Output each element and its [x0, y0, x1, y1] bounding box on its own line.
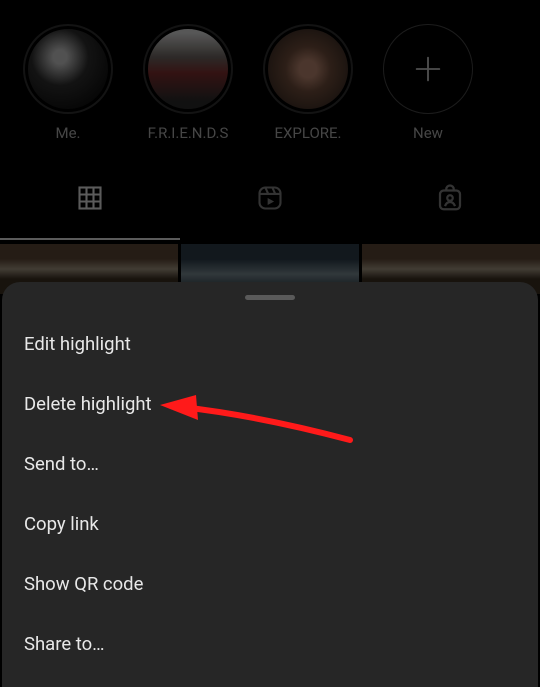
option-delete-highlight[interactable]: Delete highlight	[24, 374, 516, 434]
sheet-grabber[interactable]	[245, 295, 295, 300]
instagram-profile-screen: Me. F.R.I.E.N.D.S EXPLORE. New	[0, 0, 540, 687]
option-share-to[interactable]: Share to…	[24, 614, 516, 674]
option-edit-highlight[interactable]: Edit highlight	[24, 314, 516, 374]
option-copy-link[interactable]: Copy link	[24, 494, 516, 554]
option-send-to[interactable]: Send to…	[24, 434, 516, 494]
option-show-qr-code[interactable]: Show QR code	[24, 554, 516, 614]
highlight-options-sheet: Edit highlight Delete highlight Send to……	[2, 282, 538, 687]
